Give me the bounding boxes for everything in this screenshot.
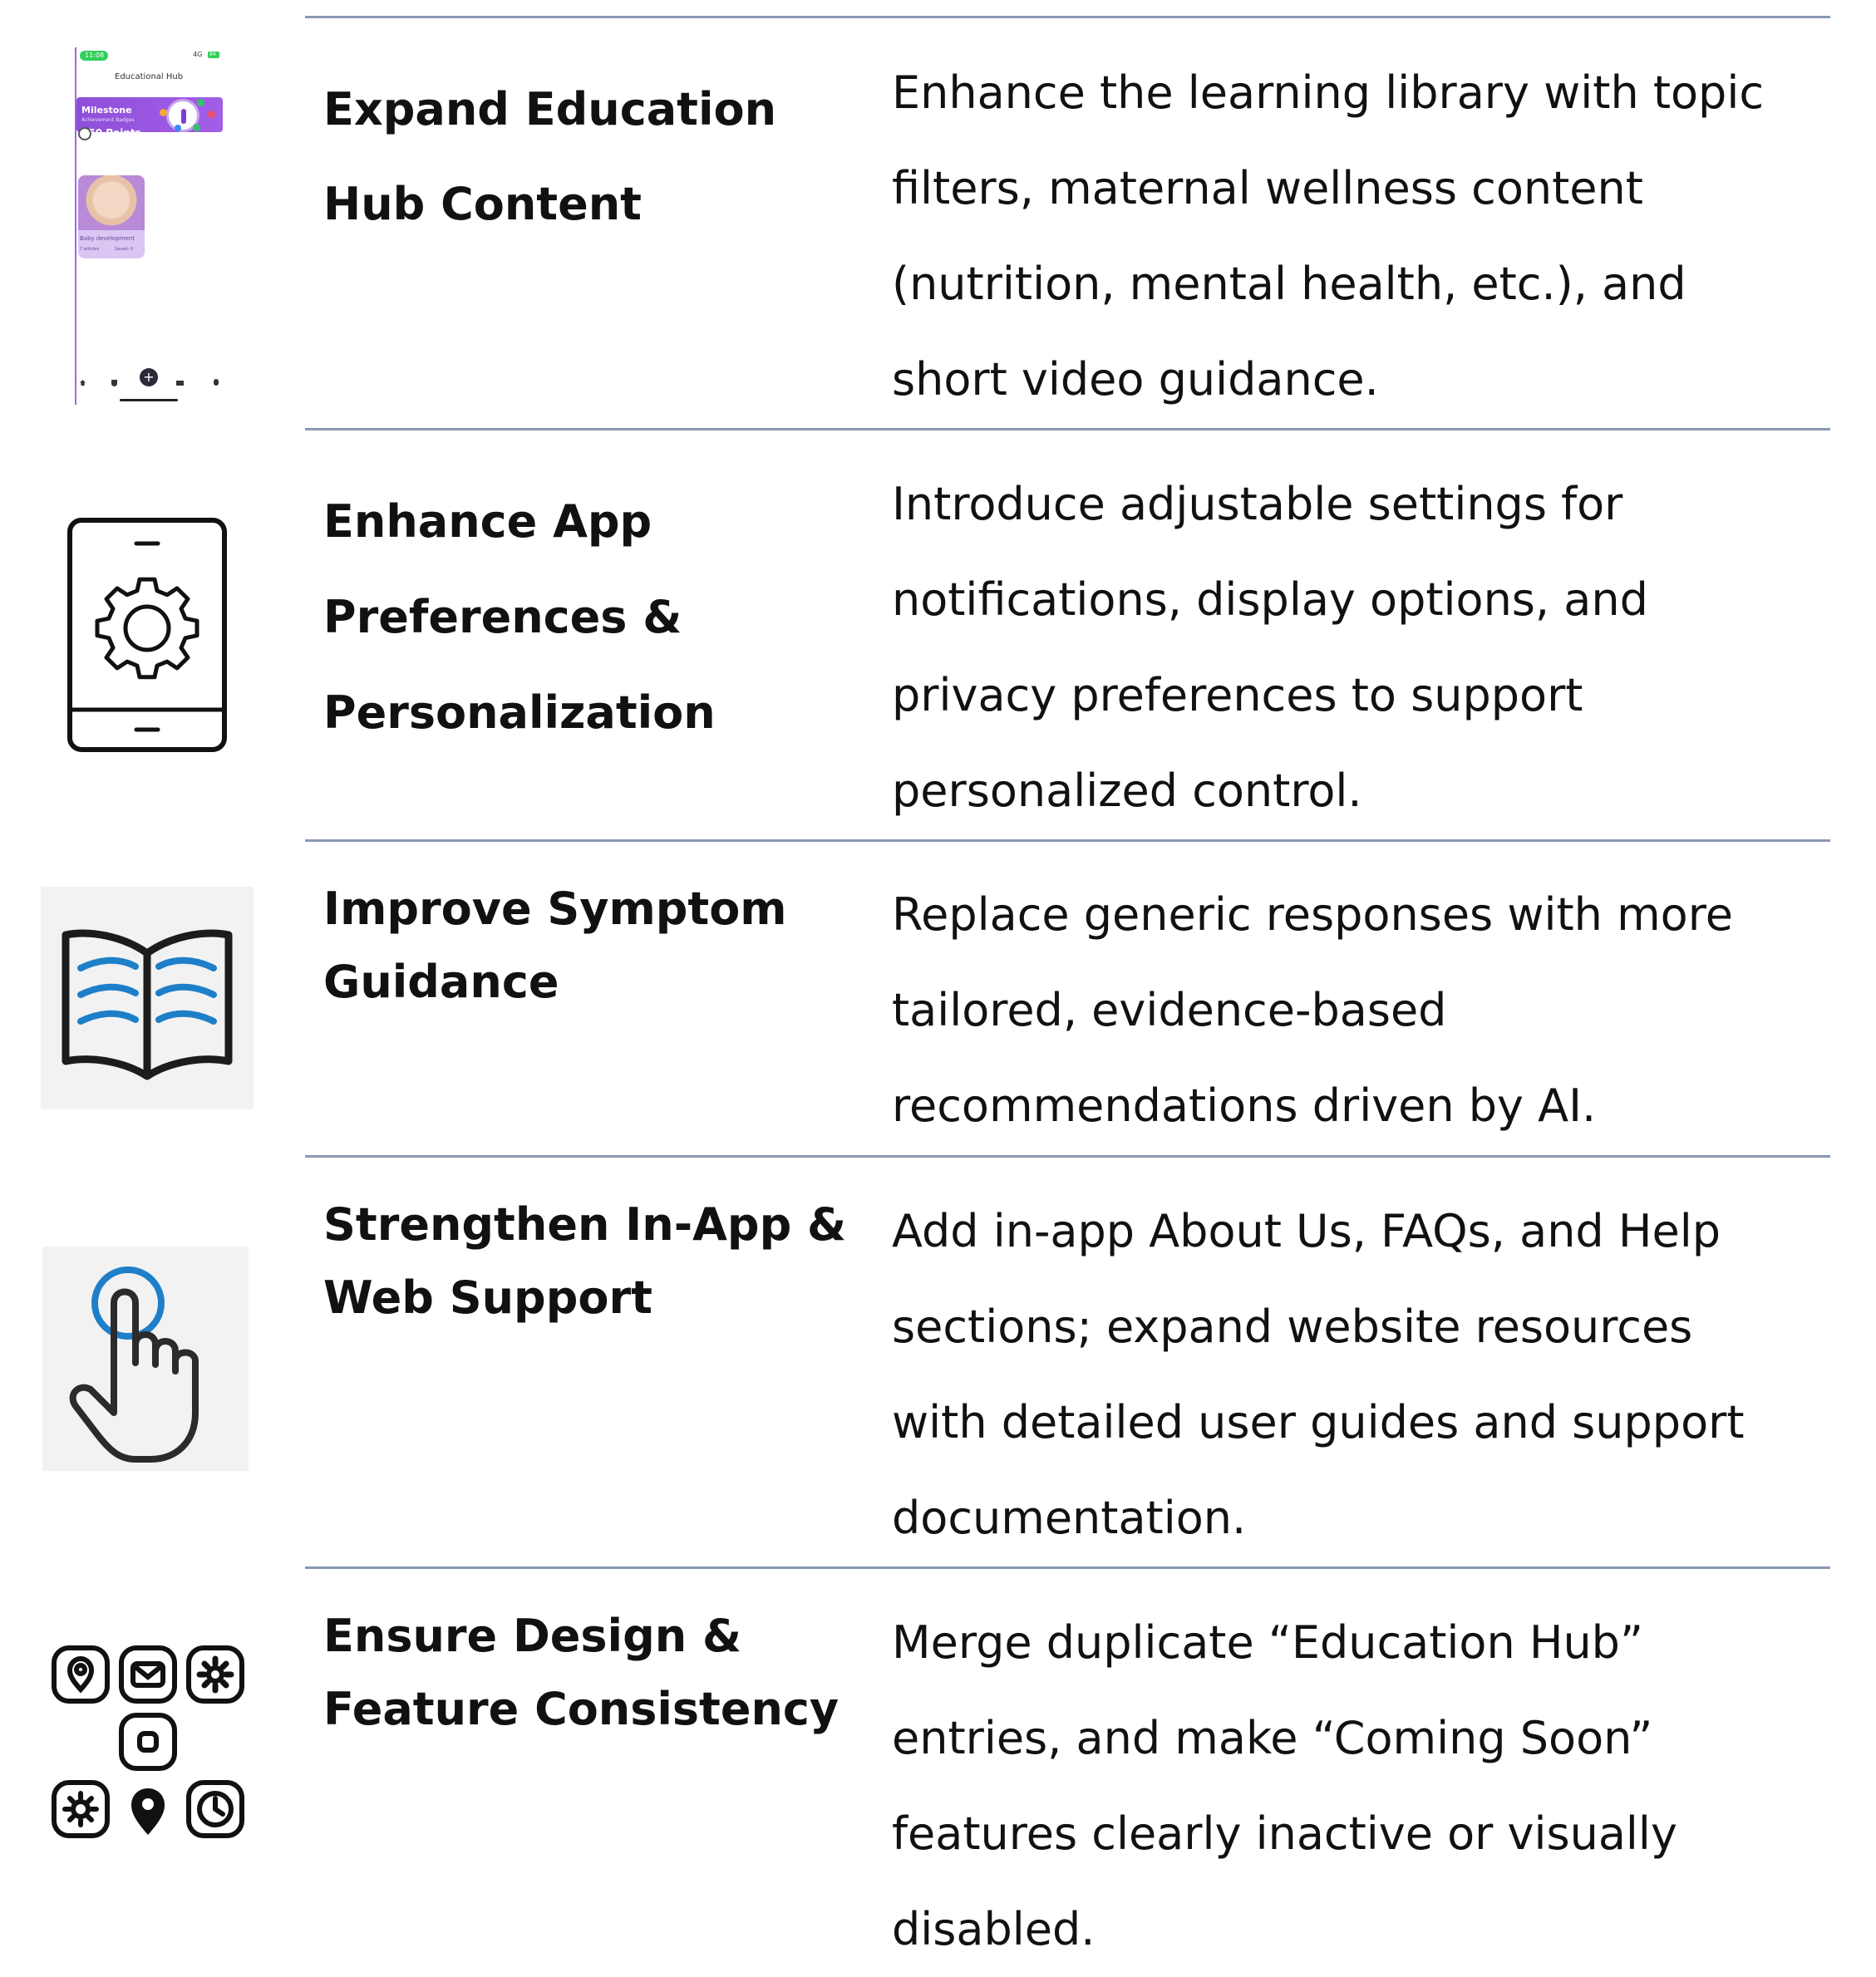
trophy-nav-icon	[111, 380, 117, 386]
book-nav-icon	[176, 381, 184, 386]
badge-dot-icon	[160, 109, 167, 116]
milestone-card: Milestone Achievement Badges 250 Points	[76, 97, 223, 139]
row-2-title: Enhance App Preferences & Personalizatio…	[323, 495, 716, 739]
home-indicator	[120, 399, 178, 401]
app-icons-cluster	[50, 1644, 246, 1840]
row-3-description: Replace generic responses with more tail…	[892, 888, 1733, 1132]
open-book-icon	[41, 887, 254, 1109]
row-1-description: Enhance the learning library with topic …	[892, 66, 1765, 406]
add-nav-button: +	[140, 368, 158, 386]
row-divider	[305, 1155, 1830, 1158]
row-4-description: Add in-app About Us, FAQs, and Help sect…	[892, 1205, 1745, 1544]
tablet-gear-icon	[66, 517, 229, 755]
row-divider	[305, 428, 1830, 430]
row-1-title: Expand Education Hub Content	[323, 83, 777, 230]
badge-dot-icon	[197, 99, 204, 106]
badge-dot-icon	[208, 111, 215, 118]
baby-photo	[78, 175, 145, 230]
tap-hand-icon	[42, 1247, 249, 1471]
badge-dot-icon	[193, 124, 200, 131]
row-divider	[305, 839, 1830, 842]
app-screenshot-thumbnail: 11:08 4G 84 Educational Hub Milestone Ac…	[75, 47, 224, 405]
row-2-description: Introduce adjustable settings for notifi…	[892, 478, 1648, 817]
figure-icon	[181, 109, 186, 124]
badge-dot-icon	[175, 125, 181, 131]
row-3-title: Improve Symptom Guidance	[323, 883, 787, 1008]
home-nav-icon	[80, 380, 86, 386]
refresh-icon	[78, 127, 91, 140]
row-4-title: Strengthen In-App & Web Support	[323, 1198, 847, 1324]
row-5-description: Merge duplicate “Education Hub” entries,…	[892, 1616, 1677, 1955]
row-5-title: Ensure Design & Feature Consistency	[323, 1610, 840, 1735]
baby-development-card: Baby development 7 articles Saved: 0	[78, 175, 145, 258]
status-network: 4G	[193, 51, 203, 58]
status-time-pill: 11:08	[80, 51, 108, 61]
row-divider	[305, 16, 1830, 18]
phone-header-title: Educational Hub	[115, 72, 184, 81]
profile-nav-icon	[214, 379, 219, 386]
row-divider	[305, 1566, 1830, 1569]
battery-icon: 84	[208, 52, 219, 58]
